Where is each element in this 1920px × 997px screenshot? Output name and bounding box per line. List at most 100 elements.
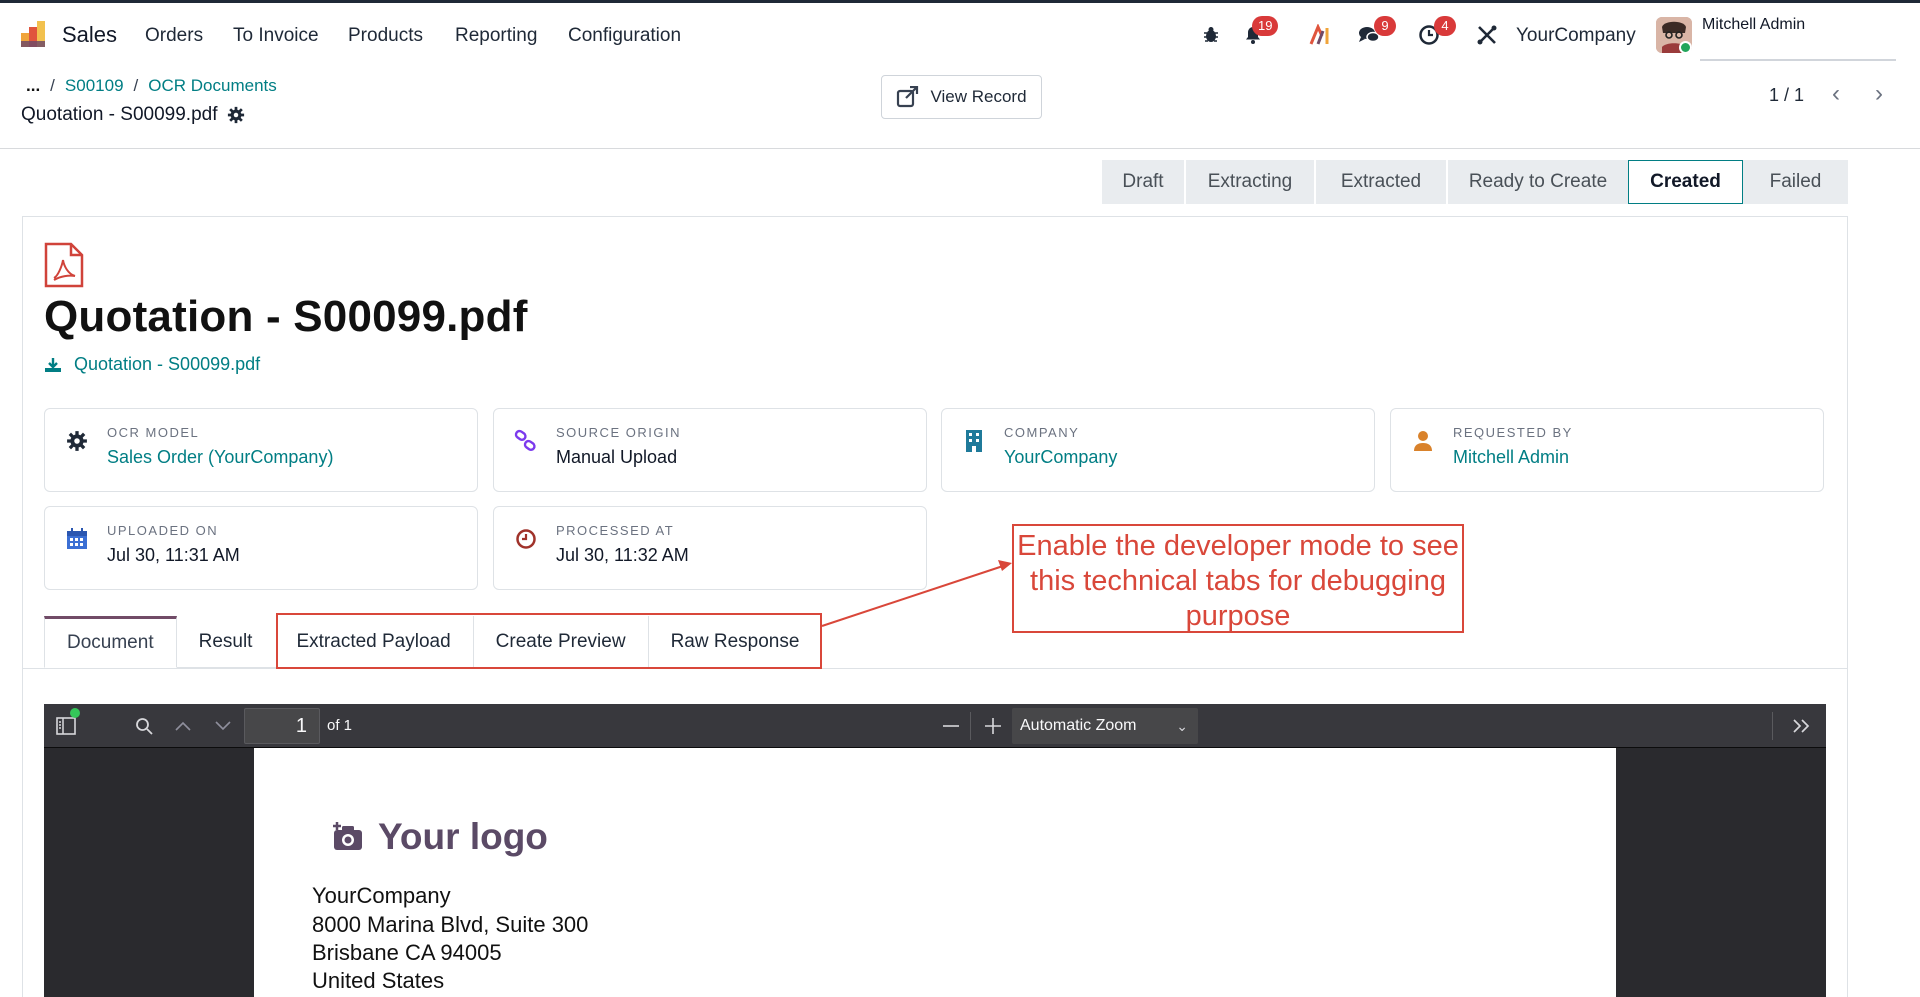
address-company: YourCompany [312, 883, 451, 908]
company-switcher[interactable]: YourCompany [1516, 25, 1636, 47]
stage-label: Extracted [1340, 171, 1422, 192]
card-label: COMPANY [1004, 425, 1080, 440]
external-link-icon [897, 86, 919, 108]
stage-label: Created [1650, 171, 1721, 192]
download-label: Quotation - S00099.pdf [74, 354, 261, 374]
tabs-baseline [22, 668, 1848, 669]
view-record-button[interactable]: View Record [881, 75, 1042, 119]
tab-result[interactable]: Result [176, 616, 275, 668]
annotation-line-2: this technical tabs for debugging [1030, 565, 1446, 597]
zoom-select[interactable]: Automatic Zoom ⌄ [1012, 708, 1198, 744]
breadcrumb-separator: / [50, 76, 55, 95]
download-icon [45, 357, 61, 372]
pdf-viewer: 1 of 1 Automatic Zoom ⌄ Your logo YourCo… [44, 704, 1826, 997]
building-icon [962, 429, 986, 453]
attachment-indicator-dot [70, 708, 80, 718]
card-label: PROCESSED AT [556, 523, 675, 538]
menu-to-invoice[interactable]: To Invoice [233, 25, 319, 47]
notification-badge: 19 [1252, 16, 1279, 36]
toolbar-separator [970, 712, 971, 740]
record-title-text: Quotation - S00099.pdf [21, 104, 218, 125]
logo-text: Your logo [378, 816, 548, 857]
requested-by-link[interactable]: Mitchell Admin [1453, 447, 1569, 468]
zoom-in-icon[interactable] [981, 714, 1005, 738]
uploaded-on-value: Jul 30, 11:31 AM [107, 545, 240, 565]
page-count-label: of 1 [327, 717, 353, 734]
link-icon [514, 429, 538, 453]
menu-orders[interactable]: Orders [145, 25, 203, 47]
stage-label: Ready to Create [1468, 171, 1608, 192]
stage-draft[interactable]: Draft [1102, 160, 1184, 204]
card-requested-by: REQUESTED BY Mitchell Admin [1390, 408, 1824, 492]
online-status-dot [1679, 41, 1692, 54]
control-panel-divider [0, 148, 1920, 149]
tools-icon[interactable] [1474, 22, 1500, 48]
menu-reporting[interactable]: Reporting [455, 25, 537, 47]
ai-icon[interactable] [1308, 22, 1334, 48]
search-icon[interactable] [132, 714, 156, 738]
user-menu-underline [1700, 59, 1896, 61]
pdf-toolbar: 1 of 1 Automatic Zoom ⌄ [44, 704, 1826, 748]
company-logo: Your logo [332, 816, 548, 858]
card-processed-at: PROCESSED AT Jul 30, 11:32 AM [493, 506, 927, 590]
top-navbar: Sales Orders To Invoice Products Reporti… [0, 0, 1920, 66]
clock-icon [514, 527, 538, 551]
company-link[interactable]: YourCompany [1004, 447, 1117, 468]
card-source-origin: SOURCE ORIGIN Manual Upload [493, 408, 927, 492]
card-label: REQUESTED BY [1453, 425, 1573, 440]
source-origin-value: Manual Upload [556, 447, 678, 467]
stage-ready-to-create[interactable]: Ready to Create [1446, 160, 1628, 204]
tab-create-preview[interactable]: Create Preview [473, 616, 649, 668]
tab-raw-response[interactable]: Raw Response [648, 616, 822, 668]
pager-previous-icon[interactable]: ‹ [1825, 82, 1847, 108]
record-title: Quotation - S00099.pdf [21, 104, 245, 126]
stage-created[interactable]: Created [1628, 160, 1742, 204]
zoom-out-icon[interactable] [939, 714, 963, 738]
breadcrumb-sale-order[interactable]: S00109 [65, 76, 124, 96]
calendar-icon [65, 527, 89, 551]
tab-document[interactable]: Document [44, 616, 177, 668]
tab-extracted-payload[interactable]: Extracted Payload [274, 616, 474, 668]
stage-extracting[interactable]: Extracting [1184, 160, 1314, 204]
next-page-icon[interactable] [211, 714, 235, 738]
annotation-line-3: purpose [1185, 600, 1291, 632]
breadcrumb-ocr-documents[interactable]: OCR Documents [148, 76, 276, 96]
download-link[interactable]: Quotation - S00099.pdf [44, 354, 260, 375]
breadcrumb-separator: / [133, 76, 139, 95]
gear-icon[interactable] [227, 106, 245, 124]
card-company: COMPANY YourCompany [941, 408, 1375, 492]
document-title[interactable]: Quotation - S00099.pdf [44, 292, 528, 342]
stage-label: Extracting [1207, 171, 1293, 192]
pager-next-icon[interactable]: › [1868, 82, 1890, 108]
card-label: UPLOADED ON [107, 523, 219, 538]
stage-extracted[interactable]: Extracted [1314, 160, 1446, 204]
ocr-model-link[interactable]: Sales Order (YourCompany) [107, 447, 333, 468]
stage-label: Failed [1769, 171, 1822, 192]
breadcrumb-collapsed[interactable]: ... [26, 76, 40, 96]
card-label: SOURCE ORIGIN [556, 425, 681, 440]
menu-products[interactable]: Products [348, 25, 423, 47]
app-name[interactable]: Sales [62, 22, 117, 48]
page-number-input[interactable]: 1 [244, 708, 320, 744]
previous-page-icon[interactable] [171, 714, 195, 738]
menu-configuration[interactable]: Configuration [568, 25, 681, 47]
pdf-page: Your logo YourCompany 8000 Marina Blvd, … [254, 748, 1616, 997]
sales-app-icon[interactable] [19, 19, 49, 49]
card-uploaded-on: UPLOADED ON Jul 30, 11:31 AM [44, 506, 478, 590]
stage-label: Draft [1122, 171, 1164, 192]
debug-bug-icon[interactable] [1198, 22, 1224, 48]
annotation-callout: Enable the developer mode to see this te… [1012, 524, 1464, 633]
pager-value[interactable]: 1 / 1 [1769, 85, 1804, 106]
user-icon [1411, 429, 1435, 453]
activity-badge: 4 [1434, 16, 1456, 36]
user-menu[interactable]: Mitchell Admin [1702, 16, 1805, 34]
message-badge: 9 [1374, 16, 1396, 36]
pdf-file-icon [44, 242, 84, 288]
zoom-value: Automatic Zoom [1020, 717, 1137, 734]
stage-failed[interactable]: Failed [1742, 160, 1848, 204]
more-tools-icon[interactable] [1789, 714, 1813, 738]
chevron-down-icon: ⌄ [1176, 718, 1188, 734]
card-label: OCR MODEL [107, 425, 200, 440]
address-country: United States [312, 968, 445, 993]
annotation-line-1: Enable the developer mode to see [1017, 530, 1459, 562]
